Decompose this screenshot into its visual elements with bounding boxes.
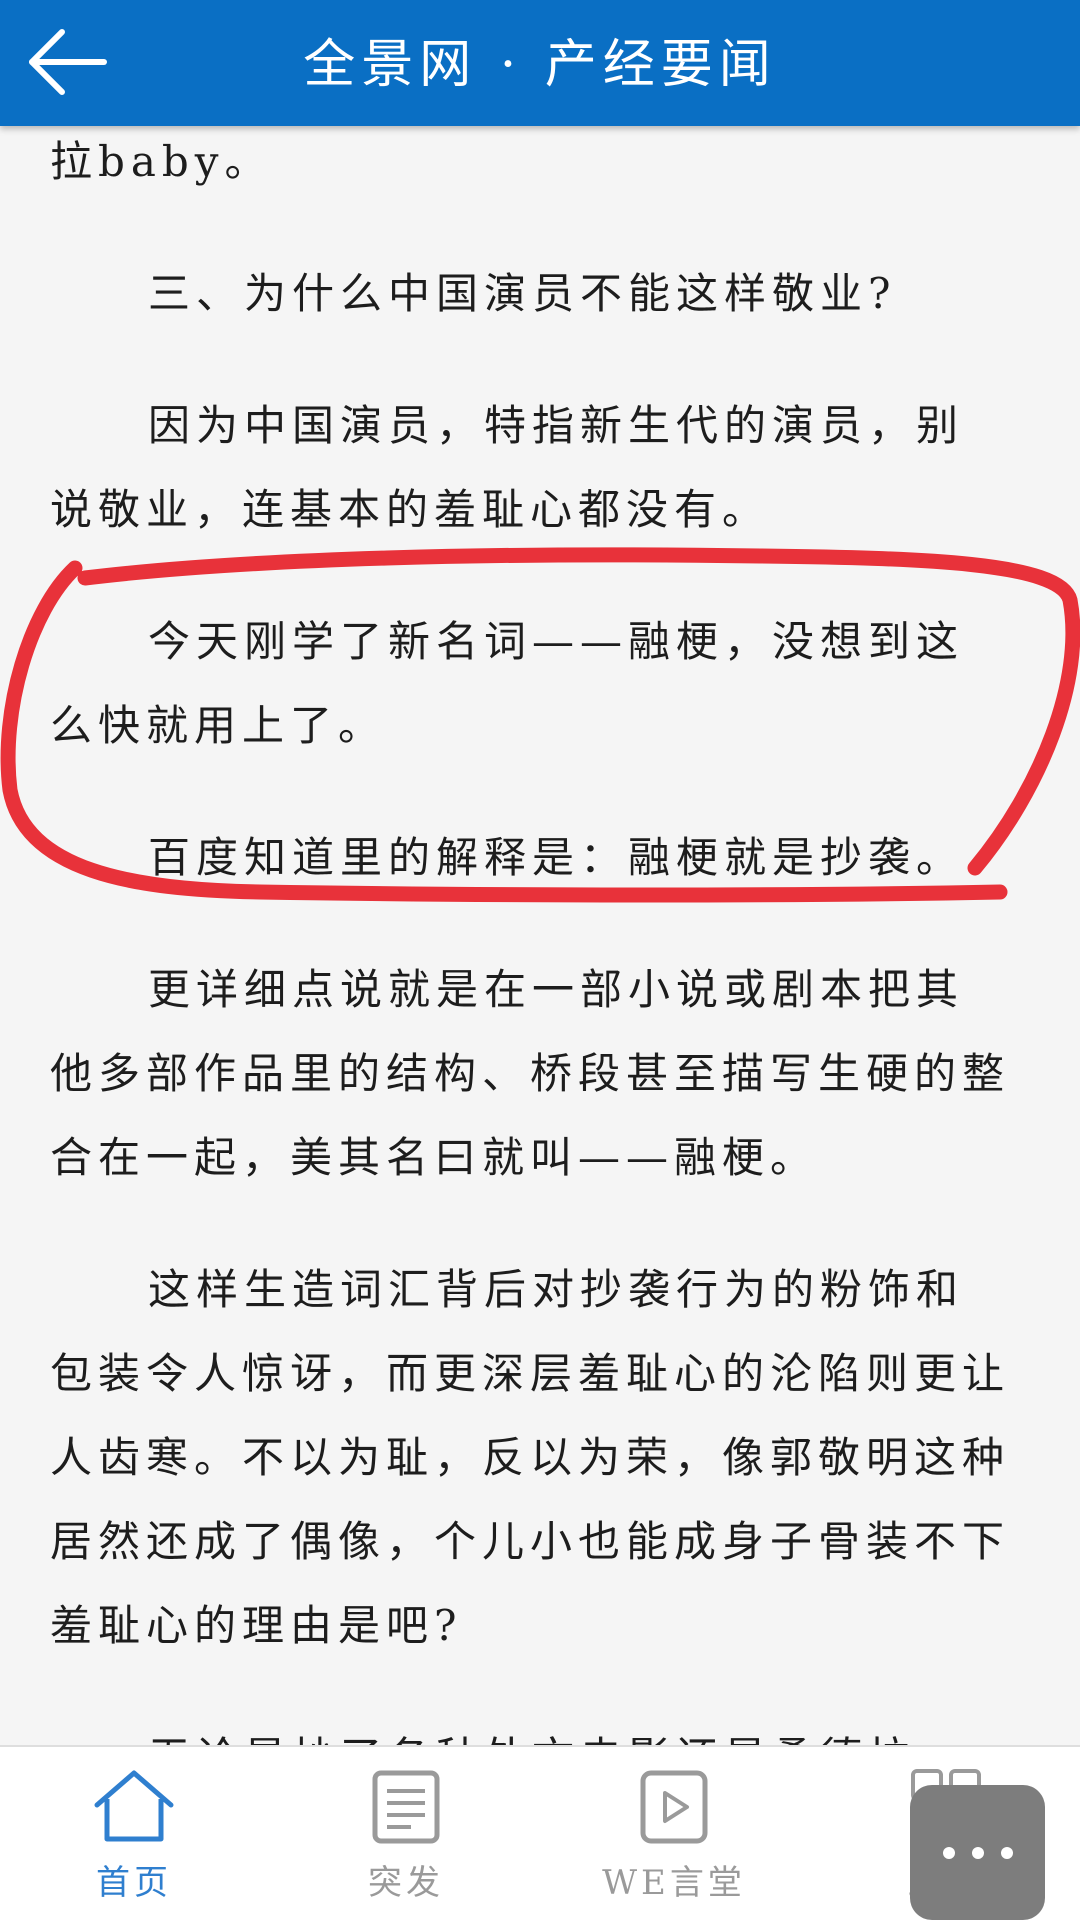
- article-body: 拉baby。 三、为什么中国演员不能这样敬业? 因为中国演员，特指新生代的演员，…: [50, 126, 1010, 1746]
- home-icon: [94, 1770, 174, 1842]
- more-button[interactable]: [910, 1785, 1045, 1920]
- article-paragraph: 拉baby。: [50, 137, 273, 186]
- article-paragraph-circled: 百度知道里的解释是：融梗就是抄袭。: [148, 833, 965, 882]
- nav-label: WE言堂: [602, 1863, 746, 1903]
- article-subheading: 三、为什么中国演员不能这样敬业?: [148, 269, 897, 318]
- article-paragraph: 更详细点说就是在一部小说或剧本把其他多部作品里的结构、桥段甚至描写生硬的整合在一…: [50, 965, 1010, 1182]
- news-icon: [372, 1770, 440, 1844]
- more-dots-icon: [972, 1847, 984, 1859]
- nav-item-breaking[interactable]: 突发: [306, 1767, 506, 1917]
- article-paragraph: 无论是抄了各种外文电影还是桑德拉: [50, 1716, 1010, 1746]
- nav-item-we-forum[interactable]: WE言堂: [574, 1767, 774, 1917]
- play-icon: [640, 1770, 708, 1844]
- article-paragraph: 这样生造词汇背后对抄袭行为的粉饰和包装令人惊讶，而更深层羞耻心的沦陷则更让人齿寒…: [50, 1265, 1010, 1650]
- nav-label: 突发: [368, 1863, 444, 1903]
- app-screen: 全景网 · 产经要闻 拉baby。 三、为什么中国演员不能这样敬业? 因为中国演…: [0, 0, 1080, 1920]
- more-dots-icon: [1001, 1847, 1013, 1859]
- article-paragraph: 因为中国演员，特指新生代的演员，别说敬业，连基本的羞耻心都没有。: [50, 401, 965, 534]
- nav-item-home[interactable]: 首页: [34, 1767, 234, 1917]
- more-dots-icon: [943, 1847, 955, 1859]
- top-bar: 全景网 · 产经要闻: [0, 0, 1080, 126]
- article-paragraph-circled: 今天刚学了新名词——融梗，没想到这么快就用上了。: [50, 617, 965, 750]
- page-title: 全景网 · 产经要闻: [303, 35, 777, 95]
- nav-label: 首页: [96, 1863, 172, 1903]
